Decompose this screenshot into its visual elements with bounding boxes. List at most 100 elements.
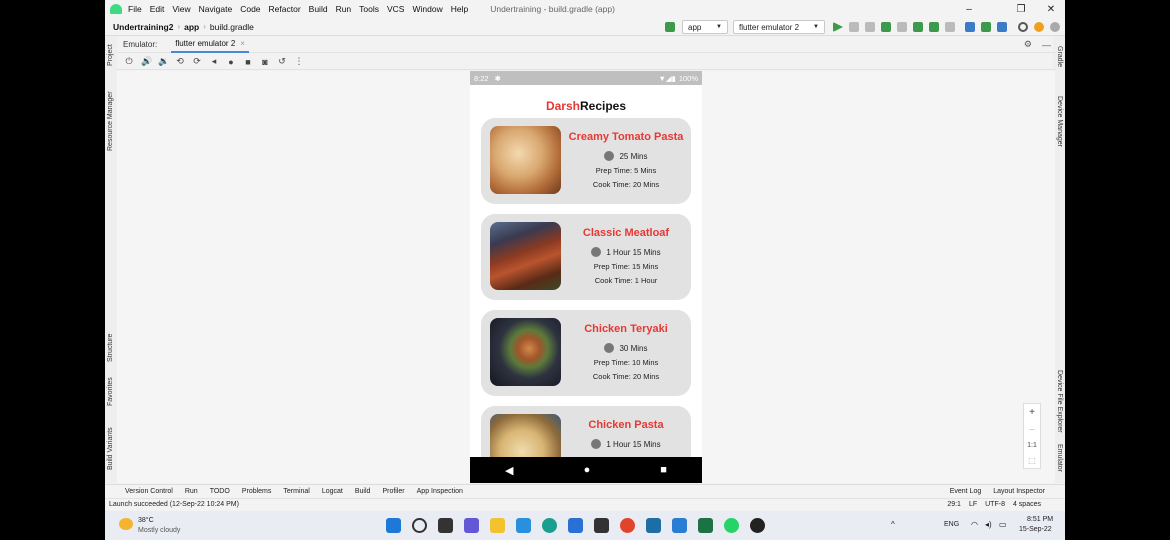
line-separator[interactable]: LF (969, 501, 977, 508)
phone-screen[interactable]: 8:22 ✱ ▼◢▮ 100% DarshRecipes Creamy Toma… (470, 71, 702, 483)
breadcrumb-file[interactable]: build.gradle (210, 22, 254, 32)
search-icon[interactable] (1018, 22, 1028, 32)
battery-icon[interactable]: ▭ (999, 520, 1007, 529)
menu-navigate[interactable]: Navigate (199, 4, 233, 14)
menu-refactor[interactable]: Refactor (269, 4, 301, 14)
device-file-explorer-tab[interactable]: Device File Explorer (1056, 370, 1063, 433)
menu-view[interactable]: View (172, 4, 190, 14)
more-icon[interactable]: ⋮ (294, 56, 304, 67)
recipe-card[interactable]: Chicken Teryaki 30 Mins Prep Time: 10 Mi… (481, 310, 691, 396)
teams-icon[interactable] (464, 518, 479, 533)
tool-terminal[interactable]: Terminal (283, 488, 309, 495)
stop-icon[interactable] (945, 22, 955, 32)
android-studio-taskbar-icon[interactable] (646, 518, 661, 533)
emulator-tab[interactable]: Emulator (1056, 444, 1063, 472)
clock-time[interactable]: 8:51 PM (1027, 516, 1053, 523)
project-tab[interactable]: Project (107, 44, 114, 66)
start-icon[interactable] (386, 518, 401, 533)
recipe-card[interactable]: Creamy Tomato Pasta 25 Mins Prep Time: 5… (481, 118, 691, 204)
weather-temp[interactable]: 38°C (138, 517, 154, 524)
rotate-right-icon[interactable]: ⟳ (192, 56, 202, 67)
menu-tools[interactable]: Tools (359, 4, 379, 14)
nav-recents-icon[interactable]: ■ (660, 464, 667, 476)
hammer-icon[interactable] (665, 22, 675, 32)
task-view-icon[interactable] (438, 518, 453, 533)
tool-app-inspection[interactable]: App Inspection (417, 488, 463, 495)
chrome-icon[interactable] (620, 518, 635, 533)
wifi-icon[interactable]: ◠ (971, 520, 978, 529)
clock-date[interactable]: 15-Sep-22 (1019, 526, 1052, 533)
learn-icon[interactable] (516, 518, 531, 533)
resource-manager-tab[interactable]: Resource Manager (107, 91, 114, 151)
build-variants-tab[interactable]: Build Variants (107, 427, 114, 470)
mail-icon[interactable] (568, 518, 583, 533)
file-explorer-icon[interactable] (490, 518, 505, 533)
favorites-tab[interactable]: Favorites (107, 377, 114, 406)
file-encoding[interactable]: UTF-8 (985, 501, 1005, 508)
breadcrumb-module[interactable]: app (184, 22, 199, 32)
close-tab-icon[interactable]: × (240, 39, 245, 48)
sync-gradle-icon[interactable] (965, 22, 975, 32)
rerun-icon[interactable] (849, 22, 859, 32)
tool-event-log[interactable]: Event Log (950, 488, 982, 495)
edge-icon[interactable] (542, 518, 557, 533)
overview-icon[interactable]: ■ (243, 57, 253, 67)
tool-build[interactable]: Build (355, 488, 371, 495)
hide-panel-icon[interactable]: — (1042, 40, 1051, 50)
camera-icon[interactable]: ◙ (260, 57, 270, 67)
weather-desc[interactable]: Mostly cloudy (138, 527, 180, 534)
close-icon[interactable]: ✕ (1037, 0, 1065, 18)
nav-back-icon[interactable]: ◀ (505, 464, 513, 477)
status-message[interactable]: Launch succeeded (12-Sep-22 10:24 PM) (109, 501, 239, 508)
nav-home-icon[interactable]: ● (584, 464, 591, 476)
excel-icon[interactable] (698, 518, 713, 533)
run-config-select[interactable]: app ▼ (682, 20, 728, 34)
menu-build[interactable]: Build (309, 4, 328, 14)
caret-position[interactable]: 29:1 (947, 501, 961, 508)
tray-overflow-icon[interactable]: ^ (891, 520, 895, 529)
menu-help[interactable]: Help (451, 4, 468, 14)
language-indicator[interactable]: ENG (944, 521, 959, 528)
coverage-icon[interactable] (897, 22, 907, 32)
zoom-out-button[interactable]: − (1029, 425, 1035, 436)
device-manager-icon[interactable] (981, 22, 991, 32)
tool-todo[interactable]: TODO (210, 488, 230, 495)
indent-setting[interactable]: 4 spaces (1013, 501, 1041, 508)
menu-edit[interactable]: Edit (150, 4, 165, 14)
fit-screen-icon[interactable]: ⬚ (1028, 456, 1036, 465)
snapshot-icon[interactable]: ↺ (277, 56, 287, 67)
menu-file[interactable]: File (128, 4, 142, 14)
menu-run[interactable]: Run (336, 4, 352, 14)
run-icon[interactable] (833, 22, 843, 32)
breadcrumb-project[interactable]: Undertraining2 (113, 22, 173, 32)
power-icon[interactable]: ⏻ (124, 56, 134, 67)
emulator-tab-flutter[interactable]: flutter emulator 2 × (171, 37, 249, 53)
updates-icon[interactable] (1034, 22, 1044, 32)
tool-layout-inspector[interactable]: Layout Inspector (993, 488, 1045, 495)
tool-profiler[interactable]: Profiler (382, 488, 404, 495)
search-icon[interactable] (412, 518, 427, 533)
rotate-left-icon[interactable]: ⟲ (175, 56, 185, 67)
menu-code[interactable]: Code (240, 4, 260, 14)
structure-tab[interactable]: Structure (107, 334, 114, 362)
device-select[interactable]: flutter emulator 2 ▼ (733, 20, 825, 34)
attach-debugger-icon[interactable] (929, 22, 939, 32)
home-icon[interactable]: ● (226, 57, 236, 67)
zoom-in-button[interactable]: + (1029, 407, 1035, 418)
gradle-tab[interactable]: Gradle (1056, 46, 1063, 67)
restore-icon[interactable]: ❐ (1007, 0, 1035, 18)
tool-logcat[interactable]: Logcat (322, 488, 343, 495)
menu-window[interactable]: Window (412, 4, 442, 14)
volume-up-icon[interactable]: 🔊 (141, 56, 152, 67)
tool-problems[interactable]: Problems (242, 488, 272, 495)
whatsapp-icon[interactable] (724, 518, 739, 533)
sdk-manager-icon[interactable] (997, 22, 1007, 32)
tool-run[interactable]: Run (185, 488, 198, 495)
profile-icon[interactable] (913, 22, 923, 32)
recipe-card[interactable]: Classic Meatloaf 1 Hour 15 Mins Prep Tim… (481, 214, 691, 300)
app-icon[interactable] (750, 518, 765, 533)
user-avatar-icon[interactable] (1050, 22, 1060, 32)
gear-icon[interactable]: ⚙ (1024, 39, 1032, 50)
device-manager-tab[interactable]: Device Manager (1056, 96, 1063, 147)
volume-icon[interactable]: ◂) (985, 520, 992, 529)
